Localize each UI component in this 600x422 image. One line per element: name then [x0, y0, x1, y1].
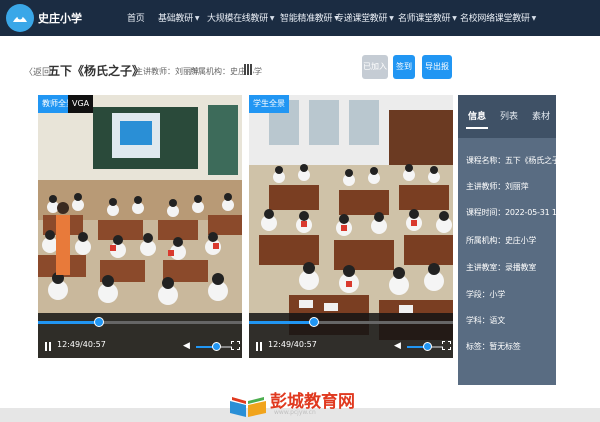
nav-item-online[interactable]: 大规模在线教研 ▼ — [207, 11, 275, 24]
volume-icon[interactable]: ◀ — [183, 341, 190, 351]
site-name[interactable]: 史庄小学 — [38, 10, 82, 26]
chevron-down-icon: ▼ — [531, 15, 537, 22]
tab-info[interactable]: 信息 — [468, 109, 486, 122]
active-tab-indicator — [466, 127, 488, 129]
volume-slider[interactable] — [196, 342, 232, 351]
progress-bar[interactable] — [38, 317, 242, 327]
time-display: 12:49/40:57 — [268, 340, 317, 349]
teacher-video-player[interactable]: 教师全景 VGA 12:49/40:57 ◀ — [38, 95, 242, 358]
chevron-down-icon: ▼ — [194, 15, 200, 22]
nav-item-home[interactable]: 首页 — [127, 11, 145, 24]
nav-item-smart[interactable]: 智能精准教研 ▼ — [280, 11, 339, 24]
pause-icon[interactable] — [256, 342, 262, 351]
video-controls: 12:49/40:57 ◀ — [38, 313, 242, 358]
top-nav: 史庄小学 首页 基础教研 ▼ 大规模在线教研 ▼ 智能精准教研 ▼ 专递课堂教研 ▼ 名… — [0, 0, 600, 36]
info-subject: 学科：语文 — [466, 316, 505, 325]
lesson-title: 五下《杨氏之子》 — [48, 64, 145, 78]
progress-handle[interactable] — [94, 317, 105, 327]
nav-item-special[interactable]: 专递课堂教研 ▼ — [335, 11, 394, 24]
school-logo-icon[interactable] — [6, 4, 34, 32]
fullscreen-icon[interactable] — [231, 341, 240, 350]
info-institution: 所属机构：史庄小学 — [466, 236, 537, 245]
info-tabs: 信息 列表 素材 — [458, 95, 556, 138]
volume-handle[interactable] — [211, 342, 221, 351]
export-report-button[interactable]: 导出报告 — [422, 55, 452, 95]
chevron-down-icon: ▼ — [269, 15, 275, 22]
chevron-down-icon: ▼ — [389, 15, 394, 22]
back-link[interactable]: 〈返回 — [24, 65, 51, 78]
joined-button[interactable]: 已加入 — [362, 55, 388, 79]
student-video-player[interactable]: 学生全景 12:49/40:57 ◀ — [249, 95, 453, 358]
video-tag-student[interactable]: 学生全景 — [249, 95, 289, 113]
chevron-down-icon: ▼ — [452, 15, 457, 22]
fullscreen-icon[interactable] — [442, 341, 451, 350]
progress-fill — [38, 321, 100, 324]
volume-icon[interactable]: ◀ — [394, 341, 401, 351]
time-display: 12:49/40:57 — [57, 340, 106, 349]
nav-item-famous-teacher[interactable]: 名师课堂教研 ▼ — [398, 11, 457, 24]
info-stage: 学段：小学 — [466, 290, 505, 299]
info-tags: 标签：暂无标签 — [466, 342, 521, 351]
lesson-info-panel: 信息 列表 素材 课程名称：五下《杨氏之子》 主讲教师：刘丽萍 课程时间：202… — [458, 95, 589, 385]
nav-item-famous-school[interactable]: 名校网络课堂教研 ▼ — [460, 11, 536, 24]
signin-button[interactable]: 签到 — [393, 55, 415, 79]
video-controls: 12:49/40:57 ◀ — [249, 313, 453, 358]
info-teacher: 主讲教师：刘丽萍 — [466, 182, 529, 191]
progress-handle[interactable] — [309, 317, 320, 327]
volume-handle[interactable] — [422, 342, 432, 351]
volume-slider[interactable] — [407, 342, 443, 351]
info-classroom: 主讲教室：录播教室 — [466, 263, 537, 272]
progress-bar[interactable] — [249, 317, 453, 327]
pause-icon[interactable] — [45, 342, 51, 351]
progress-fill — [249, 321, 315, 324]
tab-materials[interactable]: 素材 — [532, 109, 550, 122]
tab-list[interactable]: 列表 — [500, 109, 518, 122]
video-tag-vga[interactable]: VGA — [68, 95, 94, 113]
nav-item-basic[interactable]: 基础教研 ▼ — [158, 11, 199, 24]
info-course-time: 课程时间：2022-05-31 14:20:0... — [466, 208, 589, 217]
qr-code-icon[interactable] — [244, 64, 253, 75]
info-course-name: 课程名称：五下《杨氏之子》 — [466, 156, 568, 165]
watermark-url: www.pcjyw.cn — [274, 409, 316, 416]
book-logo-icon — [230, 397, 266, 417]
